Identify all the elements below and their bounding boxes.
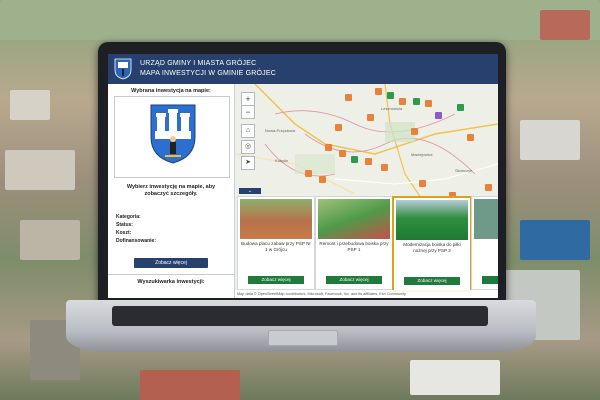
card-image bbox=[318, 199, 390, 239]
investment-pin-icon[interactable] bbox=[351, 156, 358, 163]
field-category: Kategoria: bbox=[116, 214, 141, 220]
card-title: Budowa placu zabaw przy PSP Nr 1 w Grójc… bbox=[241, 241, 311, 252]
map-attribution: Map data © OpenStreetMap contributors, M… bbox=[235, 290, 498, 298]
map-label: Słomczyn bbox=[455, 168, 473, 173]
investment-pin-icon[interactable] bbox=[457, 104, 464, 111]
card-title: B bbox=[474, 241, 498, 247]
investment-pin-icon[interactable] bbox=[335, 124, 342, 131]
investment-pin-icon[interactable] bbox=[367, 114, 374, 121]
field-status: Status: bbox=[116, 222, 133, 228]
header-subtitle: MAPA INWESTYCJI W GMINIE GRÓJEC bbox=[140, 70, 276, 77]
investment-pin-icon[interactable] bbox=[375, 88, 382, 95]
card-title: Modernizacja boiska do piłki nożnej przy… bbox=[403, 242, 461, 253]
header-title: URZĄD GMINY I MIASTA GRÓJEC bbox=[140, 60, 257, 67]
card-see-more-button[interactable]: Zobacz więcej bbox=[404, 277, 460, 285]
investment-pin-icon[interactable] bbox=[467, 134, 474, 141]
field-cost: Koszt: bbox=[116, 230, 132, 236]
locate-icon[interactable]: ◎ bbox=[241, 140, 255, 154]
investment-pin-icon[interactable] bbox=[485, 184, 492, 191]
grojec-coat-of-arms-icon bbox=[150, 104, 196, 164]
selected-investment-title: Wybrana inwestycja na mapie: bbox=[131, 88, 211, 94]
investment-cards-strip: Budowa placu zabaw przy PSP Nr 1 w Grójc… bbox=[235, 196, 498, 292]
investment-pin-icon[interactable] bbox=[345, 94, 352, 101]
laptop-screen: URZĄD GMINY I MIASTA GRÓJEC MAPA INWESTY… bbox=[108, 54, 498, 298]
zoom-out-button[interactable]: − bbox=[242, 105, 254, 118]
map-label: Kobylin bbox=[275, 158, 289, 163]
investment-pin-icon[interactable] bbox=[387, 92, 394, 99]
map-label: Nowa-Przęsłowa bbox=[265, 128, 296, 133]
zoom-in-button[interactable]: + bbox=[242, 93, 254, 105]
select-hint-text: Wybierz inwestycję na mapie, aby zobaczy… bbox=[126, 184, 216, 197]
investment-card[interactable]: Budowa placu zabaw przy PSP Nr 1 w Grójc… bbox=[237, 196, 315, 290]
investment-pin-icon[interactable] bbox=[411, 128, 418, 135]
investment-pin-icon[interactable] bbox=[425, 100, 432, 107]
card-see-more-button[interactable]: Zobacz więcej bbox=[326, 276, 382, 284]
investment-pin-icon[interactable] bbox=[413, 98, 420, 105]
card-see-more-button[interactable]: Z bbox=[482, 276, 498, 284]
investment-pin-icon[interactable] bbox=[399, 98, 406, 105]
investment-pin-icon[interactable] bbox=[339, 150, 346, 157]
card-image bbox=[396, 200, 468, 240]
card-image bbox=[474, 199, 498, 239]
investment-card-selected[interactable]: Modernizacja boiska do piłki nożnej przy… bbox=[392, 196, 472, 292]
investment-pin-icon[interactable] bbox=[419, 180, 426, 187]
investment-search-title: Wyszukiwarka inwestycji: bbox=[137, 279, 205, 285]
laptop-trackpad bbox=[268, 330, 338, 346]
zoom-control: + − bbox=[241, 92, 255, 119]
investment-pin-icon[interactable] bbox=[305, 170, 312, 177]
investment-pin-icon[interactable] bbox=[319, 176, 326, 183]
card-see-more-button[interactable]: Zobacz więcej bbox=[248, 276, 304, 284]
home-icon[interactable]: ⌂ bbox=[241, 124, 255, 138]
investment-card[interactable]: Remont i przebudowa boiska przy PSP 1 Zo… bbox=[315, 196, 393, 290]
investment-pin-icon[interactable] bbox=[365, 158, 372, 165]
investment-card[interactable]: B Z bbox=[471, 196, 498, 290]
card-image bbox=[240, 199, 312, 239]
compass-icon[interactable]: ➤ bbox=[241, 156, 255, 170]
collapse-cards-chevron-icon[interactable]: ⌄ bbox=[239, 188, 261, 194]
investment-image-box bbox=[114, 96, 230, 178]
laptop-keyboard bbox=[112, 306, 488, 326]
investment-pin-icon[interactable] bbox=[325, 144, 332, 151]
field-funding: Dofinansowanie: bbox=[116, 238, 157, 244]
map-label: Maciejowice bbox=[411, 152, 433, 157]
divider bbox=[108, 274, 234, 275]
map-label: Lesznowola bbox=[381, 106, 403, 111]
left-panel: Wybrana inwestycja na mapie: Wybierz inw… bbox=[108, 84, 235, 298]
investment-pin-icon[interactable] bbox=[381, 164, 388, 171]
investment-pin-icon[interactable] bbox=[435, 112, 442, 119]
app-header: URZĄD GMINY I MIASTA GRÓJEC MAPA INWESTY… bbox=[108, 54, 498, 84]
card-title: Remont i przebudowa boiska przy PSP 1 bbox=[319, 241, 389, 252]
investment-map[interactable]: + − ⌂ ◎ ➤ ⌄ Nowa-Przęsłowa Lesznowola Ma… bbox=[235, 84, 498, 298]
see-more-button[interactable]: Zobacz więcej bbox=[134, 258, 208, 268]
grojec-crest-icon bbox=[114, 58, 132, 80]
